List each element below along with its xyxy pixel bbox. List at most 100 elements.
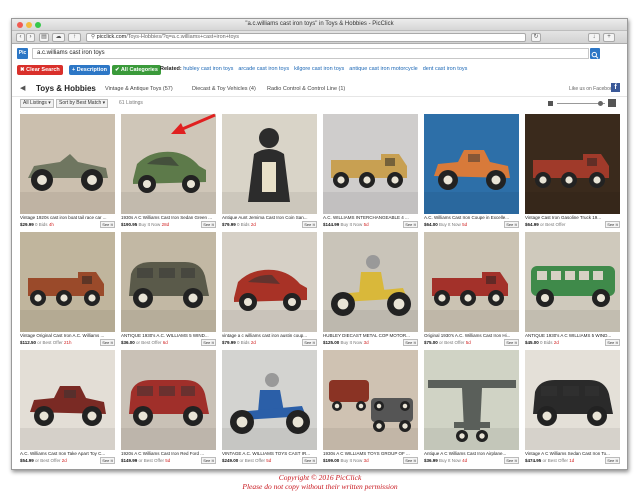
listing-photo[interactable] xyxy=(222,232,317,332)
facebook-icon[interactable]: f xyxy=(611,83,620,92)
see-it-button[interactable]: See It xyxy=(605,457,620,464)
listing-title[interactable]: Vintage Cast Iron Gasoline Truck 19... xyxy=(525,215,620,220)
related-link[interactable]: hubley cast iron toys xyxy=(183,66,233,72)
listing-photo[interactable] xyxy=(525,350,620,450)
see-it-button[interactable]: See It xyxy=(100,339,115,346)
subcategory-diecast[interactable]: Diecast & Toy Vehicles (4) xyxy=(192,86,256,92)
reload-button[interactable]: ↻ xyxy=(531,33,541,42)
listing-title[interactable]: 1930s A C WILLIAMS TOYS GROUP OF ... xyxy=(323,451,418,456)
see-it-button[interactable]: See It xyxy=(403,339,418,346)
see-it-button[interactable]: See It xyxy=(403,457,418,464)
listing-card[interactable]: Vintage A C Williams Sedan Cast Iron To.… xyxy=(525,350,620,466)
listing-photo[interactable] xyxy=(424,232,519,332)
listing-title[interactable]: Vintage 1920s cast iron boat tail race c… xyxy=(20,215,115,220)
listing-photo[interactable] xyxy=(20,114,115,214)
listing-title[interactable]: VINTAGE A.C. WILLIAMS TOYS CAST IR... xyxy=(222,451,317,456)
listing-card[interactable]: 1930s A C WILLIAMS TOYS GROUP OF ... $199… xyxy=(323,350,418,466)
see-it-button[interactable]: See It xyxy=(100,221,115,228)
see-it-button[interactable]: See It xyxy=(605,221,620,228)
clear-search-button[interactable]: ✖ Clear Search xyxy=(17,65,63,75)
listing-card[interactable]: ANTIQUE 1930's A C WILLIAMS 5 WIND... $45… xyxy=(525,232,620,348)
listing-card[interactable]: A.C. WILLIAMS INTERCHANGEABLE 4 ... $144.… xyxy=(323,114,418,230)
facebook-like-label[interactable]: Like us on Facebook xyxy=(569,86,615,92)
listing-photo[interactable] xyxy=(525,232,620,332)
search-button[interactable] xyxy=(590,48,600,59)
listing-title[interactable]: A.C. Williams Cast Iron Take Apart Toy C… xyxy=(20,451,115,456)
see-it-button[interactable]: See It xyxy=(201,221,216,228)
back-button[interactable]: ‹ xyxy=(16,33,25,42)
listing-card[interactable]: Vintage Original Cast Iron A.C. Williams… xyxy=(20,232,115,348)
listing-photo[interactable] xyxy=(121,232,216,332)
listing-card[interactable]: 1920s A C Williams Cast Iron Red Ford ..… xyxy=(121,350,216,466)
listing-title[interactable]: A.C. Williams Cast Iron Coupe in Excelle… xyxy=(424,215,519,220)
address-bar[interactable]: ⚲ picclick.com/Toys-Hobbies/?q=a.c.willi… xyxy=(86,33,526,42)
share-button[interactable]: ↑ xyxy=(68,33,81,42)
listing-title[interactable]: HUBLEY DIECAST METAL COP MOTOR... xyxy=(323,333,418,338)
subcategory-vintage[interactable]: Vintage & Antique Toys (57) xyxy=(105,86,173,92)
listing-card[interactable]: Original 1930's A.C. Williams Cast Iron … xyxy=(424,232,519,348)
all-categories-button[interactable]: ✔ All Categories xyxy=(112,65,161,75)
listing-photo[interactable] xyxy=(222,114,317,214)
subcategory-radio-control[interactable]: Radio Control & Control Line (1) xyxy=(267,86,345,92)
listing-title[interactable]: Vintage Original Cast Iron A.C. Williams… xyxy=(20,333,115,338)
see-it-button[interactable]: See It xyxy=(201,457,216,464)
listing-title[interactable]: Original 1930's A.C. Williams Cast Iron … xyxy=(424,333,519,338)
all-listings-select[interactable]: All Listings ▾ xyxy=(20,99,54,108)
listing-title[interactable]: Antique Aunt Jemima Cast Iron Coin San..… xyxy=(222,215,317,220)
listing-card[interactable]: vintage a c williams cast iron austin co… xyxy=(222,232,317,348)
listing-photo[interactable] xyxy=(323,232,418,332)
listing-title[interactable]: vintage a c williams cast iron austin co… xyxy=(222,333,317,338)
listing-photo[interactable] xyxy=(323,350,418,450)
new-tab-button[interactable]: + xyxy=(603,33,615,42)
listing-photo[interactable] xyxy=(20,350,115,450)
related-link[interactable]: dent cast iron toys xyxy=(423,66,468,72)
listing-title[interactable]: 1920s A C Williams Cast Iron Red Ford ..… xyxy=(121,451,216,456)
related-link[interactable]: arcade cast iron toys xyxy=(238,66,289,72)
related-link[interactable]: kilgore cast iron toys xyxy=(294,66,344,72)
see-it-button[interactable]: See It xyxy=(302,221,317,228)
listing-card[interactable]: Vintage Cast Iron Gasoline Truck 19... $6… xyxy=(525,114,620,230)
search-input[interactable]: a.c.williams cast iron toys xyxy=(32,48,589,59)
cloud-tabs-button[interactable]: ☁ xyxy=(52,33,65,42)
listing-photo[interactable] xyxy=(20,232,115,332)
related-link[interactable]: antique cast iron motorcycle xyxy=(349,66,417,72)
listing-title[interactable]: A.C. WILLIAMS INTERCHANGEABLE 4 ... xyxy=(323,215,418,220)
see-it-button[interactable]: See It xyxy=(302,457,317,464)
description-button[interactable]: + Description xyxy=(69,65,110,75)
picclick-logo[interactable]: Pic xyxy=(17,48,28,59)
listing-card[interactable]: A.C. Williams Cast Iron Coupe in Excelle… xyxy=(424,114,519,230)
listing-title[interactable]: Antique A C Williams Cast Iron Airplane.… xyxy=(424,451,519,456)
sort-select[interactable]: Sort by Best Match ▾ xyxy=(56,99,109,108)
size-slider-knob[interactable] xyxy=(598,101,603,106)
category-title[interactable]: Toys & Hobbies xyxy=(36,84,96,93)
listing-card[interactable]: Antique A C Williams Cast Iron Airplane.… xyxy=(424,350,519,466)
downloads-button[interactable]: ↓ xyxy=(588,33,600,42)
listing-photo[interactable] xyxy=(121,350,216,450)
listing-title[interactable]: ANTIQUE 1930's A.C. WILLIAMS 5 WIND... xyxy=(121,333,216,338)
see-it-button[interactable]: See It xyxy=(504,457,519,464)
listing-photo[interactable] xyxy=(424,114,519,214)
listing-card[interactable]: A.C. Williams Cast Iron Take Apart Toy C… xyxy=(20,350,115,466)
see-it-button[interactable]: See It xyxy=(504,339,519,346)
listing-photo[interactable] xyxy=(222,350,317,450)
listing-photo[interactable] xyxy=(424,350,519,450)
forward-button[interactable]: › xyxy=(26,33,35,42)
see-it-button[interactable]: See It xyxy=(100,457,115,464)
listing-card[interactable]: HUBLEY DIECAST METAL COP MOTOR... $125.00… xyxy=(323,232,418,348)
see-it-button[interactable]: See It xyxy=(403,221,418,228)
listing-title[interactable]: 1930s A C Williams Cast Iron Sedan Green… xyxy=(121,215,216,220)
listing-card[interactable]: Antique Aunt Jemima Cast Iron Coin San..… xyxy=(222,114,317,230)
listing-card[interactable]: ANTIQUE 1930's A.C. WILLIAMS 5 WIND... $3… xyxy=(121,232,216,348)
see-it-button[interactable]: See It xyxy=(605,339,620,346)
see-it-button[interactable]: See It xyxy=(504,221,519,228)
see-it-button[interactable]: See It xyxy=(302,339,317,346)
listing-title[interactable]: Vintage A C Williams Sedan Cast Iron To.… xyxy=(525,451,620,456)
small-grid-icon[interactable] xyxy=(548,101,553,106)
listing-card[interactable]: Vintage 1920s cast iron boat tail race c… xyxy=(20,114,115,230)
large-grid-icon[interactable] xyxy=(608,99,616,107)
sidebar-toggle-button[interactable]: ▤ xyxy=(39,33,49,42)
listing-card[interactable]: VINTAGE A.C. WILLIAMS TOYS CAST IR... $24… xyxy=(222,350,317,466)
listing-photo[interactable] xyxy=(525,114,620,214)
listing-photo[interactable] xyxy=(323,114,418,214)
listing-title[interactable]: ANTIQUE 1930's A C WILLIAMS 5 WIND... xyxy=(525,333,620,338)
